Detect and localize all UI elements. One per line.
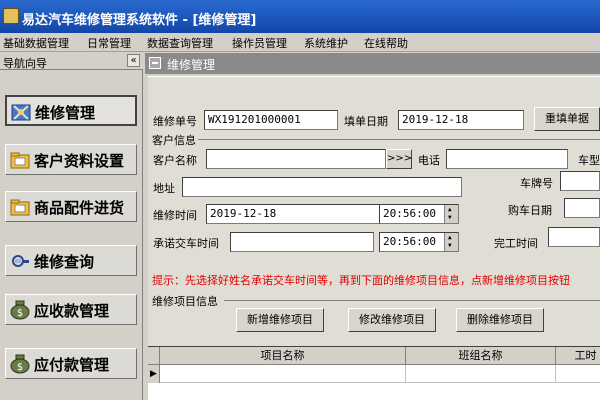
column-item-name[interactable]: 项目名称 — [160, 347, 406, 365]
customer-name-input[interactable] — [206, 149, 386, 169]
main-panel: 维修管理 维修单号 WX191201000001 填单日期 2019-12-18… — [145, 53, 600, 400]
money-bag-icon: $ — [10, 300, 30, 320]
nav-label: 应收款管理 — [34, 302, 110, 320]
nav-header: 导航向导 « — [0, 53, 143, 70]
finish-time-label: 完工时间 — [494, 237, 538, 250]
spin-up-icon: ▲ — [448, 234, 452, 241]
spin-down-icon: ▼ — [448, 242, 452, 249]
panel-title: 维修管理 — [167, 58, 216, 72]
nav-receivables[interactable]: $ 应收款管理 — [5, 294, 137, 325]
order-no-label: 维修单号 — [153, 115, 197, 128]
search-key-icon — [12, 255, 29, 267]
buy-date-input[interactable] — [564, 198, 600, 218]
repair-items-grid[interactable]: 项目名称 班组名称 工时 ▶ — [148, 346, 600, 400]
phone-input[interactable] — [446, 149, 568, 169]
panel-header: 维修管理 — [145, 53, 600, 74]
plate-label: 车牌号 — [520, 177, 553, 190]
nav-label: 维修查询 — [34, 253, 95, 271]
add-item-button[interactable]: 新增维修项目 — [236, 308, 324, 332]
group-divider — [198, 139, 600, 140]
navigation-panel: 导航向导 « 维修管理 客户资料设置 商品配件进货 维修查询 $ 应收款管理 $… — [0, 53, 143, 400]
menu-help[interactable]: 在线帮助 — [364, 35, 408, 51]
menu-daily[interactable]: 日常管理 — [87, 35, 131, 51]
nav-label: 商品配件进货 — [34, 199, 125, 217]
title-bar: 易达汽车维修管理系统软件 - [维修管理] — [0, 0, 600, 33]
folder-icon — [10, 199, 30, 216]
nav-parts-purchase[interactable]: 商品配件进货 — [5, 191, 137, 222]
spin-down-icon: ▼ — [448, 214, 452, 221]
nav-repair-query[interactable]: 维修查询 — [5, 245, 137, 276]
column-work-hours[interactable]: 工时 — [556, 347, 600, 365]
refill-button[interactable]: 重填单据 — [534, 107, 600, 131]
customer-lookup-button[interactable]: >>> — [386, 149, 412, 169]
table-row[interactable]: ▶ — [148, 365, 600, 383]
menu-basic-data[interactable]: 基础数据管理 — [3, 35, 69, 51]
money-bag-icon: $ — [10, 354, 30, 374]
window-title: 易达汽车维修管理系统软件 - [维修管理] — [22, 13, 257, 28]
svg-text:$: $ — [17, 308, 23, 319]
row-indicator-icon: ▶ — [148, 365, 160, 383]
group-divider — [224, 300, 600, 301]
promise-time-label: 承诺交车时间 — [153, 237, 219, 250]
grid-header: 项目名称 班组名称 工时 — [148, 347, 600, 365]
finish-time-input[interactable] — [548, 227, 600, 247]
nav-label: 客户资料设置 — [34, 152, 125, 170]
customer-name-label: 客户名称 — [153, 154, 197, 167]
folder-icon — [10, 152, 30, 169]
items-group-label: 维修项目信息 — [152, 295, 218, 308]
address-input[interactable] — [182, 177, 462, 197]
fill-date-input[interactable]: 2019-12-18 — [398, 110, 524, 130]
customer-group-label: 客户信息 — [152, 134, 196, 147]
address-label: 地址 — [153, 182, 175, 195]
repair-form: 维修单号 WX191201000001 填单日期 2019-12-18 重填单据… — [148, 76, 600, 400]
edit-item-button[interactable]: 修改维修项目 — [348, 308, 436, 332]
cell-item-name[interactable] — [160, 365, 406, 383]
plate-input[interactable] — [560, 171, 600, 191]
nav-customer-settings[interactable]: 客户资料设置 — [5, 144, 137, 175]
buy-date-label: 购车日期 — [508, 204, 552, 217]
header-indicator — [148, 347, 160, 365]
column-team-name[interactable]: 班组名称 — [406, 347, 556, 365]
phone-label: 电话 — [418, 154, 440, 167]
promise-clock-value: 20:56:00 — [383, 235, 436, 248]
minimize-icon[interactable] — [149, 57, 161, 69]
nav-collapse-button[interactable]: « — [127, 54, 140, 67]
nav-label: 应付款管理 — [34, 356, 110, 374]
nav-payables[interactable]: $ 应付款管理 — [5, 348, 137, 379]
nav-label: 维修管理 — [35, 104, 96, 122]
repair-tools-icon — [11, 104, 31, 121]
time-spinner[interactable]: ▲ ▼ — [444, 233, 458, 251]
delete-item-button[interactable]: 删除维修项目 — [456, 308, 544, 332]
menu-system[interactable]: 系统维护 — [304, 35, 348, 51]
cell-team-name[interactable] — [406, 365, 556, 383]
hint-text: 提示：先选择好姓名承诺交车时间等，再到下面的维修项目信息，点新增维修项目按钮 — [152, 274, 570, 287]
order-no-input[interactable]: WX191201000001 — [204, 110, 338, 130]
repair-clock-input[interactable]: 20:56:00 ▲ ▼ — [379, 204, 459, 224]
repair-clock-value: 20:56:00 — [383, 207, 436, 220]
svg-text:$: $ — [17, 362, 23, 373]
promise-date-input[interactable] — [230, 232, 374, 252]
menu-operator[interactable]: 操作员管理 — [232, 35, 287, 51]
spin-up-icon: ▲ — [448, 206, 452, 213]
menu-bar: 基础数据管理 日常管理 数据查询管理 操作员管理 系统维护 在线帮助 — [0, 33, 600, 52]
repair-time-label: 维修时间 — [153, 209, 197, 222]
car-type-label: 车型 — [578, 154, 600, 167]
nav-title: 导航向导 — [3, 57, 47, 70]
fill-date-label: 填单日期 — [344, 115, 388, 128]
menu-query[interactable]: 数据查询管理 — [147, 35, 213, 51]
time-spinner[interactable]: ▲ ▼ — [444, 205, 458, 223]
app-icon — [3, 8, 19, 24]
promise-clock-input[interactable]: 20:56:00 ▲ ▼ — [379, 232, 459, 252]
nav-repair-management[interactable]: 维修管理 — [5, 95, 137, 126]
